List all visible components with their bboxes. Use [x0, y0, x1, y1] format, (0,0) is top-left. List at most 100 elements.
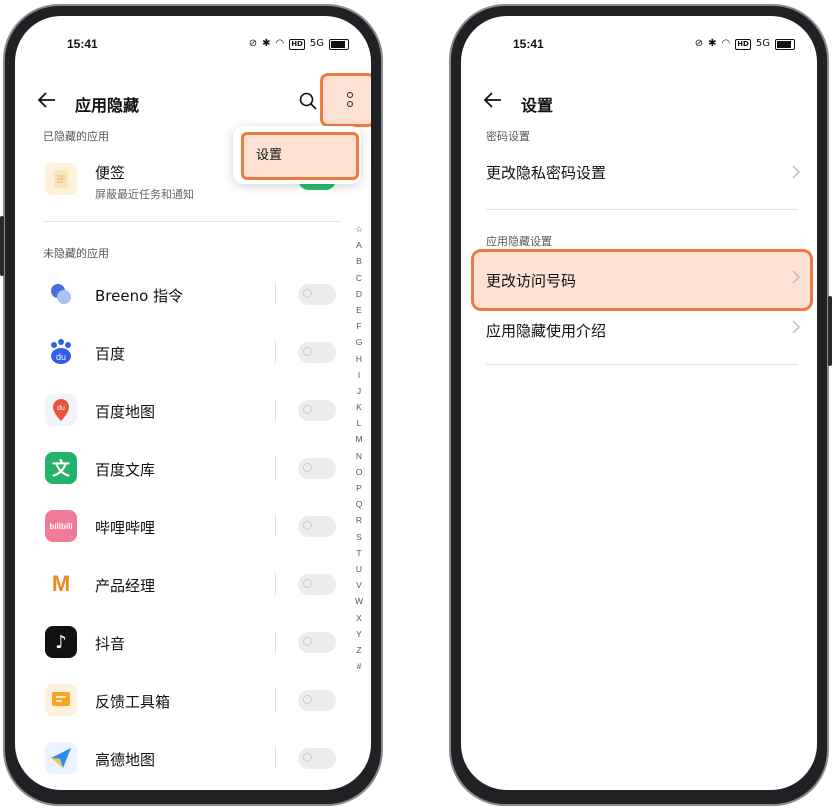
hide-toggle[interactable]	[298, 748, 336, 769]
top-bar: 应用隐藏	[15, 73, 371, 127]
baidu-wenku-icon: 文	[45, 452, 77, 484]
hide-toggle[interactable]	[298, 632, 336, 653]
index-letter[interactable]: K	[351, 399, 367, 415]
index-letter[interactable]: W	[351, 593, 367, 609]
douyin-icon: ♪	[45, 626, 77, 658]
visible-apps-header: 未隐藏的应用	[43, 247, 109, 260]
wifi-icon: ◠	[275, 38, 285, 49]
bilibili-icon: bilibili	[45, 510, 77, 542]
index-letter[interactable]: Q	[351, 496, 367, 512]
index-letter[interactable]: A	[351, 237, 367, 253]
dnd-icon: ⊘	[694, 38, 704, 49]
amap-icon	[45, 742, 77, 774]
index-letter[interactable]: M	[351, 431, 367, 447]
hide-toggle[interactable]	[298, 690, 336, 711]
divider	[486, 209, 798, 210]
dnd-icon: ⊘	[248, 38, 258, 49]
page-title: 应用隐藏	[75, 96, 140, 115]
app-name: 百度地图	[95, 403, 156, 421]
index-letter[interactable]: #	[351, 658, 367, 674]
chevron-right-icon	[792, 320, 800, 334]
divider	[43, 221, 341, 222]
app-row: ♪ 抖音	[15, 617, 345, 667]
feedback-icon	[45, 684, 77, 716]
index-letter[interactable]: S	[351, 529, 367, 545]
index-letter[interactable]: P	[351, 480, 367, 496]
back-arrow-icon[interactable]	[481, 88, 505, 112]
index-letter[interactable]: C	[351, 270, 367, 286]
hide-toggle[interactable]	[298, 458, 336, 479]
left-phone-frame: 15:41 ⊘ ✱ ◠ HD 5G 应用隐藏 已隐藏的应用 便签 屏蔽最近任务和…	[0, 4, 383, 806]
change-privacy-password-row[interactable]: 更改隐私密码设置	[461, 149, 817, 195]
bluetooth-icon: ✱	[262, 38, 271, 49]
change-access-code-row[interactable]: 更改访问号码	[461, 257, 817, 303]
index-letter[interactable]: Z	[351, 642, 367, 658]
top-bar: 设置	[461, 84, 817, 120]
power-button	[828, 296, 832, 366]
app-row: 高德地图	[15, 733, 345, 783]
index-letter[interactable]: B	[351, 253, 367, 269]
app-row: du 百度	[15, 327, 345, 377]
index-letter[interactable]: N	[351, 448, 367, 464]
app-row: 文 百度文库	[15, 443, 345, 493]
status-time: 15:41	[67, 37, 98, 51]
chevron-right-icon	[792, 165, 800, 179]
hd-icon: HD	[289, 38, 305, 50]
battery-icon	[329, 38, 349, 50]
index-letter[interactable]: G	[351, 334, 367, 350]
hide-toggle[interactable]	[298, 516, 336, 537]
index-letter[interactable]: ☆	[351, 221, 367, 237]
baidu-map-icon: du	[45, 394, 77, 426]
index-letter[interactable]: F	[351, 318, 367, 334]
index-letter[interactable]: J	[351, 383, 367, 399]
hide-toggle[interactable]	[298, 342, 336, 363]
index-letter[interactable]: R	[351, 512, 367, 528]
app-name: 产品经理	[95, 577, 156, 595]
app-name: 抖音	[95, 635, 126, 653]
app-subtitle: 屏蔽最近任务和通知	[95, 188, 194, 201]
app-name: 哔哩哔哩	[95, 519, 156, 537]
app-name: 高德地图	[95, 751, 156, 769]
alphabet-index[interactable]: ☆ A B C D E F G H I J K L M N O P Q R S T U V W X Y Z #	[351, 221, 367, 674]
index-letter[interactable]: U	[351, 561, 367, 577]
status-time: 15:41	[513, 37, 544, 51]
hide-usage-intro-row[interactable]: 应用隐藏使用介绍	[461, 307, 817, 353]
more-options-button[interactable]	[320, 73, 371, 127]
hide-section-header: 应用隐藏设置	[486, 235, 552, 248]
app-name: 便签	[95, 164, 126, 182]
index-letter[interactable]: I	[351, 367, 367, 383]
row-label: 应用隐藏使用介绍	[486, 322, 607, 340]
index-letter[interactable]: L	[351, 415, 367, 431]
index-letter[interactable]: O	[351, 464, 367, 480]
hide-toggle[interactable]	[298, 400, 336, 421]
index-letter[interactable]: T	[351, 545, 367, 561]
page-title: 设置	[521, 96, 554, 115]
breeno-icon	[45, 278, 77, 310]
back-arrow-icon[interactable]	[35, 88, 59, 112]
overflow-menu: 设置	[233, 126, 361, 184]
index-letter[interactable]: Y	[351, 626, 367, 642]
app-row: bilibili 哔哩哔哩	[15, 501, 345, 551]
menu-item-settings[interactable]: 设置	[241, 132, 359, 180]
volume-button	[0, 216, 4, 276]
index-letter[interactable]: E	[351, 302, 367, 318]
bluetooth-icon: ✱	[708, 38, 717, 49]
index-letter[interactable]: X	[351, 610, 367, 626]
app-row: M 产品经理	[15, 559, 345, 609]
index-letter[interactable]: V	[351, 577, 367, 593]
row-label: 更改访问号码	[486, 272, 577, 290]
app-hide-screen: 15:41 ⊘ ✱ ◠ HD 5G 应用隐藏 已隐藏的应用 便签 屏蔽最近任务和…	[15, 16, 371, 790]
baidu-icon: du	[45, 336, 77, 368]
index-letter[interactable]: D	[351, 286, 367, 302]
hd-icon: HD	[735, 38, 751, 50]
svg-text:du: du	[57, 405, 65, 412]
app-name: 反馈工具箱	[95, 693, 171, 711]
hide-toggle[interactable]	[298, 574, 336, 595]
app-row: du 百度地图	[15, 385, 345, 435]
search-icon[interactable]	[297, 90, 319, 112]
index-letter[interactable]: H	[351, 351, 367, 367]
row-label: 更改隐私密码设置	[486, 164, 607, 182]
app-row: Breeno 指令	[15, 269, 345, 319]
pm-icon: M	[51, 571, 71, 596]
hide-toggle[interactable]	[298, 284, 336, 305]
